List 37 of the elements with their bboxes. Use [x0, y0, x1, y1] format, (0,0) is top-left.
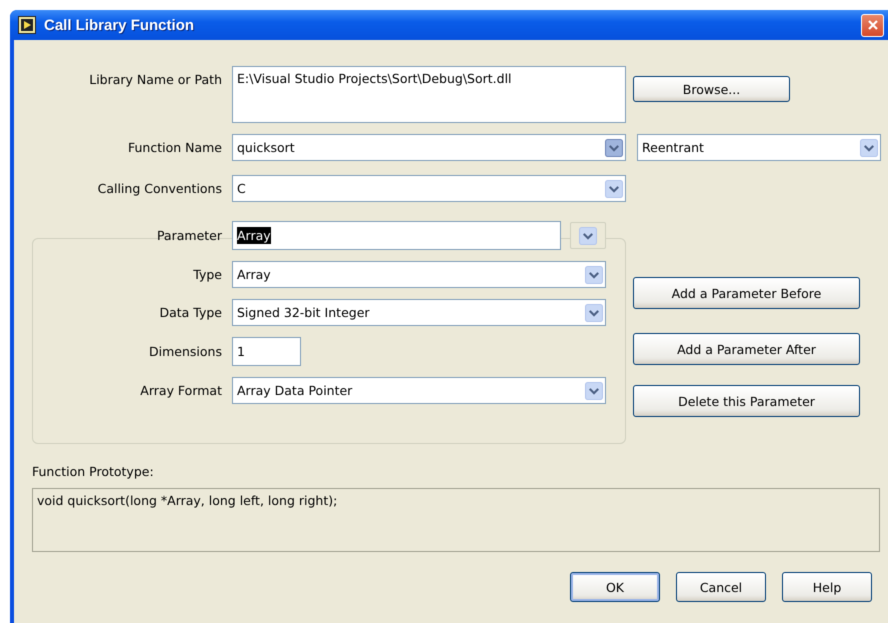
dropdown-field[interactable]: Signed 32-bit Integer	[232, 299, 606, 326]
close-icon[interactable]	[866, 19, 878, 31]
dropdown-field[interactable]: Array Data Pointer	[232, 377, 606, 404]
prototype-label: Function Prototype:	[32, 464, 155, 481]
field-label: Function Name	[126, 140, 222, 155]
prototype-box: void quicksort(long *Array, long left, long right);	[32, 488, 880, 552]
field-label: Library Name or Path	[88, 72, 222, 87]
window-title: Call Library Function	[44, 16, 196, 34]
field-label: Dimensions	[148, 344, 222, 359]
app-icon	[18, 16, 36, 34]
dropdown-field[interactable]: C	[232, 175, 626, 202]
chevron-down-icon[interactable]	[605, 138, 623, 156]
browse-button[interactable]: Browse...	[633, 76, 790, 102]
path-field[interactable]: E:\Visual Studio Projects\Sort\Debug\Sort.dll	[232, 66, 626, 123]
dialog-button[interactable]: OK	[570, 572, 660, 602]
dropdown-field[interactable]: Array	[232, 261, 606, 288]
field-label: Array Format	[139, 383, 222, 398]
parameter-button[interactable]: Delete this Parameter	[633, 385, 860, 417]
chevron-down-icon[interactable]	[605, 180, 623, 198]
field-label: Data Type	[158, 305, 222, 320]
dropdown-field[interactable]: Reentrant	[637, 134, 881, 161]
chevron-down-icon[interactable]	[585, 382, 603, 400]
number-field[interactable]: 1	[232, 337, 301, 366]
field-label: Type	[192, 267, 222, 282]
close-button[interactable]	[861, 14, 884, 36]
chevron-down-icon[interactable]	[860, 138, 878, 156]
chevron-down-icon[interactable]	[585, 304, 603, 322]
field-label: Calling Conventions	[96, 181, 222, 196]
dropdown-field[interactable]: quicksort	[232, 134, 626, 161]
dialog-button[interactable]: Cancel	[676, 572, 766, 602]
chevron-down-icon[interactable]	[579, 226, 597, 244]
field-label: Parameter	[156, 228, 222, 243]
dialog-button[interactable]: Help	[782, 572, 872, 602]
parameter-field[interactable]: Array	[232, 221, 561, 250]
parameter-button[interactable]: Add a Parameter After	[633, 333, 860, 365]
chevron-down-icon[interactable]	[585, 266, 603, 284]
parameter-button[interactable]: Add a Parameter Before	[633, 277, 860, 309]
